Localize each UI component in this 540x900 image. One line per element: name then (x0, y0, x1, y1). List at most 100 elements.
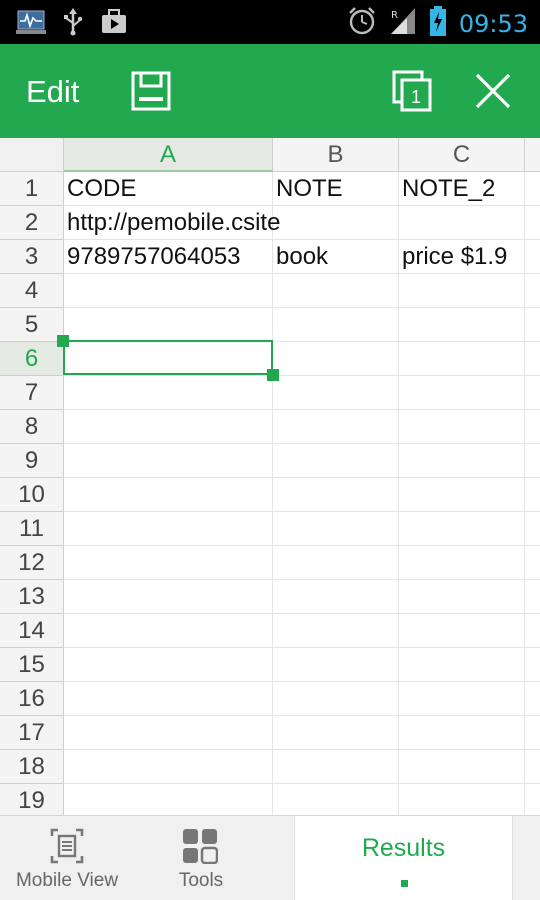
cell-a3[interactable]: 9789757064053 (64, 240, 273, 274)
cell-a5[interactable] (64, 308, 273, 342)
cell-a8[interactable] (64, 410, 273, 444)
cell-a1[interactable]: CODE (64, 172, 273, 206)
cell-c16[interactable] (399, 682, 525, 716)
cell-d15[interactable] (525, 648, 540, 682)
column-header-a[interactable]: A (64, 138, 273, 172)
tools-tab[interactable]: Tools (134, 816, 268, 900)
save-icon[interactable] (131, 71, 171, 116)
cell-a14[interactable] (64, 614, 273, 648)
row-header-5[interactable]: 5 (0, 308, 64, 342)
row-header-1[interactable]: 1 (0, 172, 64, 206)
cell-a12[interactable] (64, 546, 273, 580)
cell-b11[interactable] (273, 512, 399, 546)
cell-c9[interactable] (399, 444, 525, 478)
column-header-c[interactable]: C (399, 138, 525, 172)
cell-c7[interactable] (399, 376, 525, 410)
cell-d19[interactable] (525, 784, 540, 815)
cell-b14[interactable] (273, 614, 399, 648)
row-header-19[interactable]: 19 (0, 784, 64, 815)
cell-d6[interactable] (525, 342, 540, 376)
cell-b12[interactable] (273, 546, 399, 580)
cell-d2[interactable] (525, 206, 540, 240)
cell-d5[interactable] (525, 308, 540, 342)
cell-b4[interactable] (273, 274, 399, 308)
cell-c10[interactable] (399, 478, 525, 512)
mobile-view-tab[interactable]: Mobile View (0, 816, 134, 900)
cell-a4[interactable] (64, 274, 273, 308)
cell-b17[interactable] (273, 716, 399, 750)
cell-a7[interactable] (64, 376, 273, 410)
column-header-d[interactable] (525, 138, 540, 172)
selected-cell-a6[interactable] (63, 340, 273, 375)
row-header-3[interactable]: 3 (0, 240, 64, 274)
cell-a17[interactable] (64, 716, 273, 750)
cell-d4[interactable] (525, 274, 540, 308)
select-all-corner[interactable] (0, 138, 64, 172)
row-header-14[interactable]: 14 (0, 614, 64, 648)
row-header-4[interactable]: 4 (0, 274, 64, 308)
row-header-13[interactable]: 13 (0, 580, 64, 614)
cell-a16[interactable] (64, 682, 273, 716)
spreadsheet-grid[interactable]: A B C 1 2 3 4 5 6 7 8 9 10 11 12 13 14 15 16 17 18 19 CODE… (0, 138, 540, 815)
cell-c13[interactable] (399, 580, 525, 614)
cell-a10[interactable] (64, 478, 273, 512)
cell-c11[interactable] (399, 512, 525, 546)
cell-a13[interactable] (64, 580, 273, 614)
cell-d16[interactable] (525, 682, 540, 716)
cell-d18[interactable] (525, 750, 540, 784)
cell-c5[interactable] (399, 308, 525, 342)
cell-a11[interactable] (64, 512, 273, 546)
cell-b6[interactable] (273, 342, 399, 376)
cell-d9[interactable] (525, 444, 540, 478)
close-icon[interactable] (474, 72, 512, 115)
cell-d12[interactable] (525, 546, 540, 580)
cell-b2[interactable] (273, 206, 399, 240)
cell-d8[interactable] (525, 410, 540, 444)
cell-c14[interactable] (399, 614, 525, 648)
cell-c15[interactable] (399, 648, 525, 682)
cell-b1[interactable]: NOTE (273, 172, 399, 206)
row-header-12[interactable]: 12 (0, 546, 64, 580)
row-header-6[interactable]: 6 (0, 342, 64, 376)
cell-d3[interactable] (525, 240, 540, 274)
cell-d13[interactable] (525, 580, 540, 614)
cell-a18[interactable] (64, 750, 273, 784)
cell-c6[interactable] (399, 342, 525, 376)
cell-b3[interactable]: book (273, 240, 399, 274)
cell-b9[interactable] (273, 444, 399, 478)
cell-b18[interactable] (273, 750, 399, 784)
results-tab[interactable]: Results (294, 816, 513, 900)
selection-start-handle[interactable] (57, 335, 69, 347)
cell-c17[interactable] (399, 716, 525, 750)
cell-d14[interactable] (525, 614, 540, 648)
cell-b7[interactable] (273, 376, 399, 410)
row-header-16[interactable]: 16 (0, 682, 64, 716)
row-header-9[interactable]: 9 (0, 444, 64, 478)
row-header-17[interactable]: 17 (0, 716, 64, 750)
cell-b10[interactable] (273, 478, 399, 512)
cell-c19[interactable] (399, 784, 525, 815)
cell-b5[interactable] (273, 308, 399, 342)
cell-c3[interactable]: price $1.9 (399, 240, 525, 274)
row-header-7[interactable]: 7 (0, 376, 64, 410)
cell-a9[interactable] (64, 444, 273, 478)
cell-d17[interactable] (525, 716, 540, 750)
row-header-2[interactable]: 2 (0, 206, 64, 240)
cell-c18[interactable] (399, 750, 525, 784)
cell-a19[interactable] (64, 784, 273, 815)
cell-b16[interactable] (273, 682, 399, 716)
cell-c8[interactable] (399, 410, 525, 444)
column-header-b[interactable]: B (273, 138, 399, 172)
cell-a2[interactable]: http://pemobile.csite (64, 206, 280, 240)
cell-b15[interactable] (273, 648, 399, 682)
cell-b8[interactable] (273, 410, 399, 444)
copy-icon[interactable]: 1 (392, 70, 432, 117)
row-header-18[interactable]: 18 (0, 750, 64, 784)
cell-d10[interactable] (525, 478, 540, 512)
cell-c4[interactable] (399, 274, 525, 308)
row-header-11[interactable]: 11 (0, 512, 64, 546)
row-header-10[interactable]: 10 (0, 478, 64, 512)
cell-d11[interactable] (525, 512, 540, 546)
cell-c2[interactable] (399, 206, 525, 240)
cell-a15[interactable] (64, 648, 273, 682)
